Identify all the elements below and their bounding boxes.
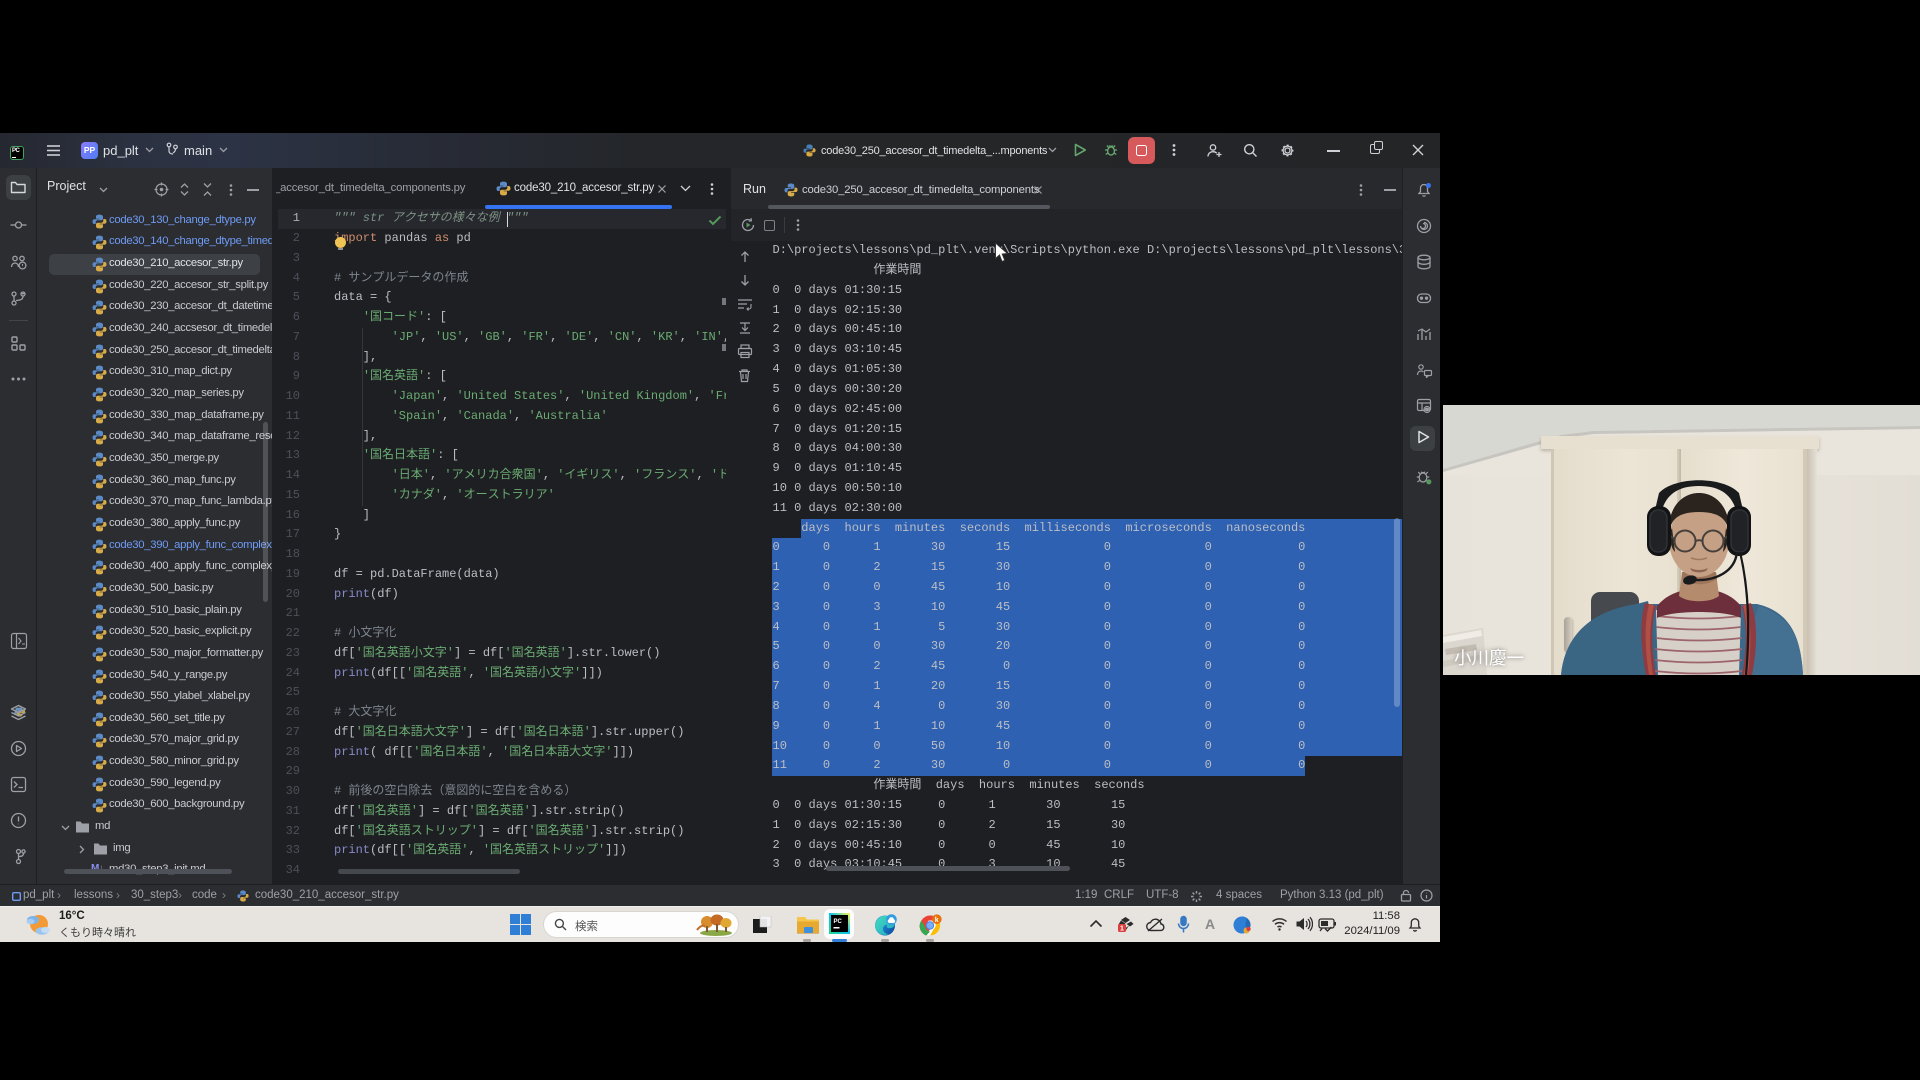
svg-text:k: k <box>935 917 939 924</box>
svg-text:PC: PC <box>834 919 843 925</box>
svg-text:1: 1 <box>1120 926 1124 933</box>
